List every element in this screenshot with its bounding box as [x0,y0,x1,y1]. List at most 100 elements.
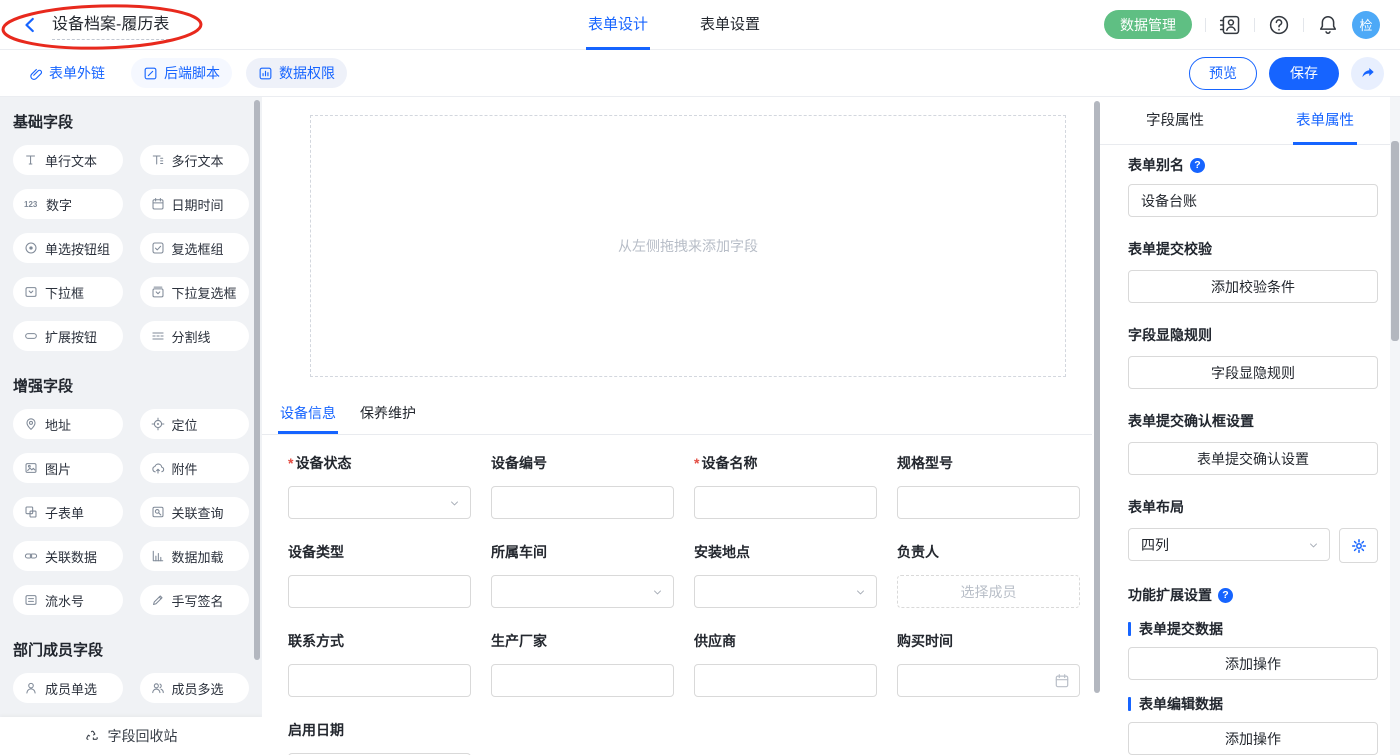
image-icon [24,461,38,475]
toolbar-action-2[interactable]: 数据权限 [246,58,347,88]
palette-item[interactable]: 成员单选 [13,673,123,703]
canvas-tab-1[interactable]: 保养维护 [358,394,418,434]
properties-body: 表单别名?设备台账表单提交校验添加校验条件字段显隐规则字段显隐规则表单提交确认框… [1100,155,1400,755]
toolbar-action-0[interactable]: 表单外链 [16,58,117,88]
preview-button[interactable]: 预览 [1189,57,1257,90]
header-nav-tab-0[interactable]: 表单设计 [586,0,650,50]
form-alias-input[interactable]: 设备台账 [1128,184,1378,217]
member-picker-control[interactable]: 选择成员 [897,575,1080,608]
field-label: 负责人 [897,542,1080,562]
member-multi-icon [151,681,165,695]
checkbox-icon [151,241,165,255]
back-button[interactable] [20,15,40,35]
page-title: 设备档案-履历表 [52,10,169,40]
text-input-control[interactable] [491,486,674,519]
palette-item[interactable]: 分割线 [140,321,250,351]
palette-item[interactable]: 地址 [13,409,123,439]
sidebar-scrollbar[interactable] [254,100,260,660]
palette-item[interactable]: 多行文本 [140,145,250,175]
panel-section-label: 字段显隐规则 [1128,325,1378,345]
properties-tab-0[interactable]: 字段属性 [1100,97,1250,144]
palette-item[interactable]: 复选框组 [140,233,250,263]
extension-group-button-0[interactable]: 添加操作 [1128,647,1378,680]
form-field: 负责人选择成员 [897,542,1080,608]
data-manage-button[interactable]: 数据管理 [1104,10,1192,39]
palette-item[interactable]: 扩展按钮 [13,321,123,351]
palette-item[interactable]: 下拉框 [13,277,123,307]
serial-number-icon [24,593,38,607]
form-alias-label: 表单别名? [1128,155,1378,175]
address-icon [24,417,38,431]
palette-item[interactable]: 子表单 [13,497,123,527]
form-field: 规格型号 [897,453,1080,519]
field-dropzone[interactable]: 从左侧拖拽来添加字段 [310,115,1066,377]
help-icon[interactable]: ? [1190,158,1205,173]
text-input-control[interactable] [694,486,877,519]
form-field: 供应商 [694,631,877,697]
select-control[interactable] [491,575,674,608]
member-single-icon [24,681,38,695]
text-input-control[interactable] [694,664,877,697]
date-control[interactable] [897,664,1080,697]
panel-section-button-1[interactable]: 字段显隐规则 [1128,356,1378,389]
toolbar-action-1[interactable]: 后端脚本 [131,58,232,88]
chevron-down-icon [1307,539,1320,552]
contacts-icon[interactable] [1219,14,1241,36]
palette-item[interactable]: 定位 [140,409,250,439]
canvas-tab-0[interactable]: 设备信息 [278,394,338,434]
text-input-control[interactable] [288,575,471,608]
text-input-control[interactable] [897,486,1080,519]
form-canvas: 从左侧拖拽来添加字段 设备信息保养维护 *设备状态设备编号*设备名称规格型号设备… [262,97,1100,755]
palette-item[interactable]: 图片 [13,453,123,483]
extension-group-label: 表单提交数据 [1128,619,1378,639]
properties-tab-1[interactable]: 表单属性 [1250,97,1400,144]
required-marker: * [694,455,699,471]
palette-item[interactable]: 单选按钮组 [13,233,123,263]
divider [1254,18,1255,32]
canvas-tabs: 设备信息保养维护 [262,394,1092,435]
form-field: 设备类型 [288,542,471,608]
extension-settings-label: 功能扩展设置? [1128,585,1378,605]
extension-group-button-1[interactable]: 添加操作 [1128,722,1378,755]
layout-settings-button[interactable] [1339,528,1378,563]
palette-item[interactable]: 日期时间 [140,189,250,219]
palette-item[interactable]: 流水号 [13,585,123,615]
panel-scrollbar[interactable] [1391,141,1399,341]
palette-item[interactable]: 123数字 [13,189,123,219]
field-palette: 基础字段单行文本多行文本123数字日期时间单选按钮组复选框组下拉框下拉复选框扩展… [0,97,262,755]
palette-item[interactable]: 单行文本 [13,145,123,175]
contacts-icon [1219,14,1241,36]
panel-section-button-0[interactable]: 添加校验条件 [1128,270,1378,303]
palette-item[interactable]: 下拉复选框 [140,277,250,307]
palette-item[interactable]: 手写签名 [140,585,250,615]
panel-section-button-2[interactable]: 表单提交确认设置 [1128,442,1378,475]
help-icon[interactable]: ? [1218,588,1233,603]
bell-icon[interactable] [1317,14,1339,36]
select-control[interactable] [694,575,877,608]
avatar[interactable]: 检 [1352,11,1380,39]
text-input-control[interactable] [288,664,471,697]
canvas-scrollbar[interactable] [1094,101,1100,693]
recycle-icon [85,729,100,744]
field-label: 启用日期 [288,720,471,740]
header-nav-tab-1[interactable]: 表单设置 [698,0,762,50]
properties-panel: 字段属性表单属性 表单别名?设备台账表单提交校验添加校验条件字段显隐规则字段显隐… [1100,97,1400,755]
form-field: 安装地点 [694,542,877,608]
dropzone-hint: 从左侧拖拽来添加字段 [618,236,758,256]
chevron-left-icon [20,15,40,35]
attachment-icon [151,461,165,475]
palette-item[interactable]: 关联数据 [13,541,123,571]
select-control[interactable] [288,486,471,519]
help-icon[interactable] [1268,14,1290,36]
divider-icon [151,329,165,343]
palette-item[interactable]: 成员多选 [140,673,250,703]
share-button[interactable] [1351,57,1384,90]
field-recycle-bin[interactable]: 字段回收站 [0,717,262,755]
palette-item[interactable]: 附件 [140,453,250,483]
palette-section-title: 增强字段 [13,375,249,396]
palette-item[interactable]: 数据加载 [140,541,250,571]
save-button[interactable]: 保存 [1269,57,1339,90]
text-input-control[interactable] [491,664,674,697]
palette-item[interactable]: 关联查询 [140,497,250,527]
form-layout-select[interactable]: 四列 [1128,528,1330,561]
